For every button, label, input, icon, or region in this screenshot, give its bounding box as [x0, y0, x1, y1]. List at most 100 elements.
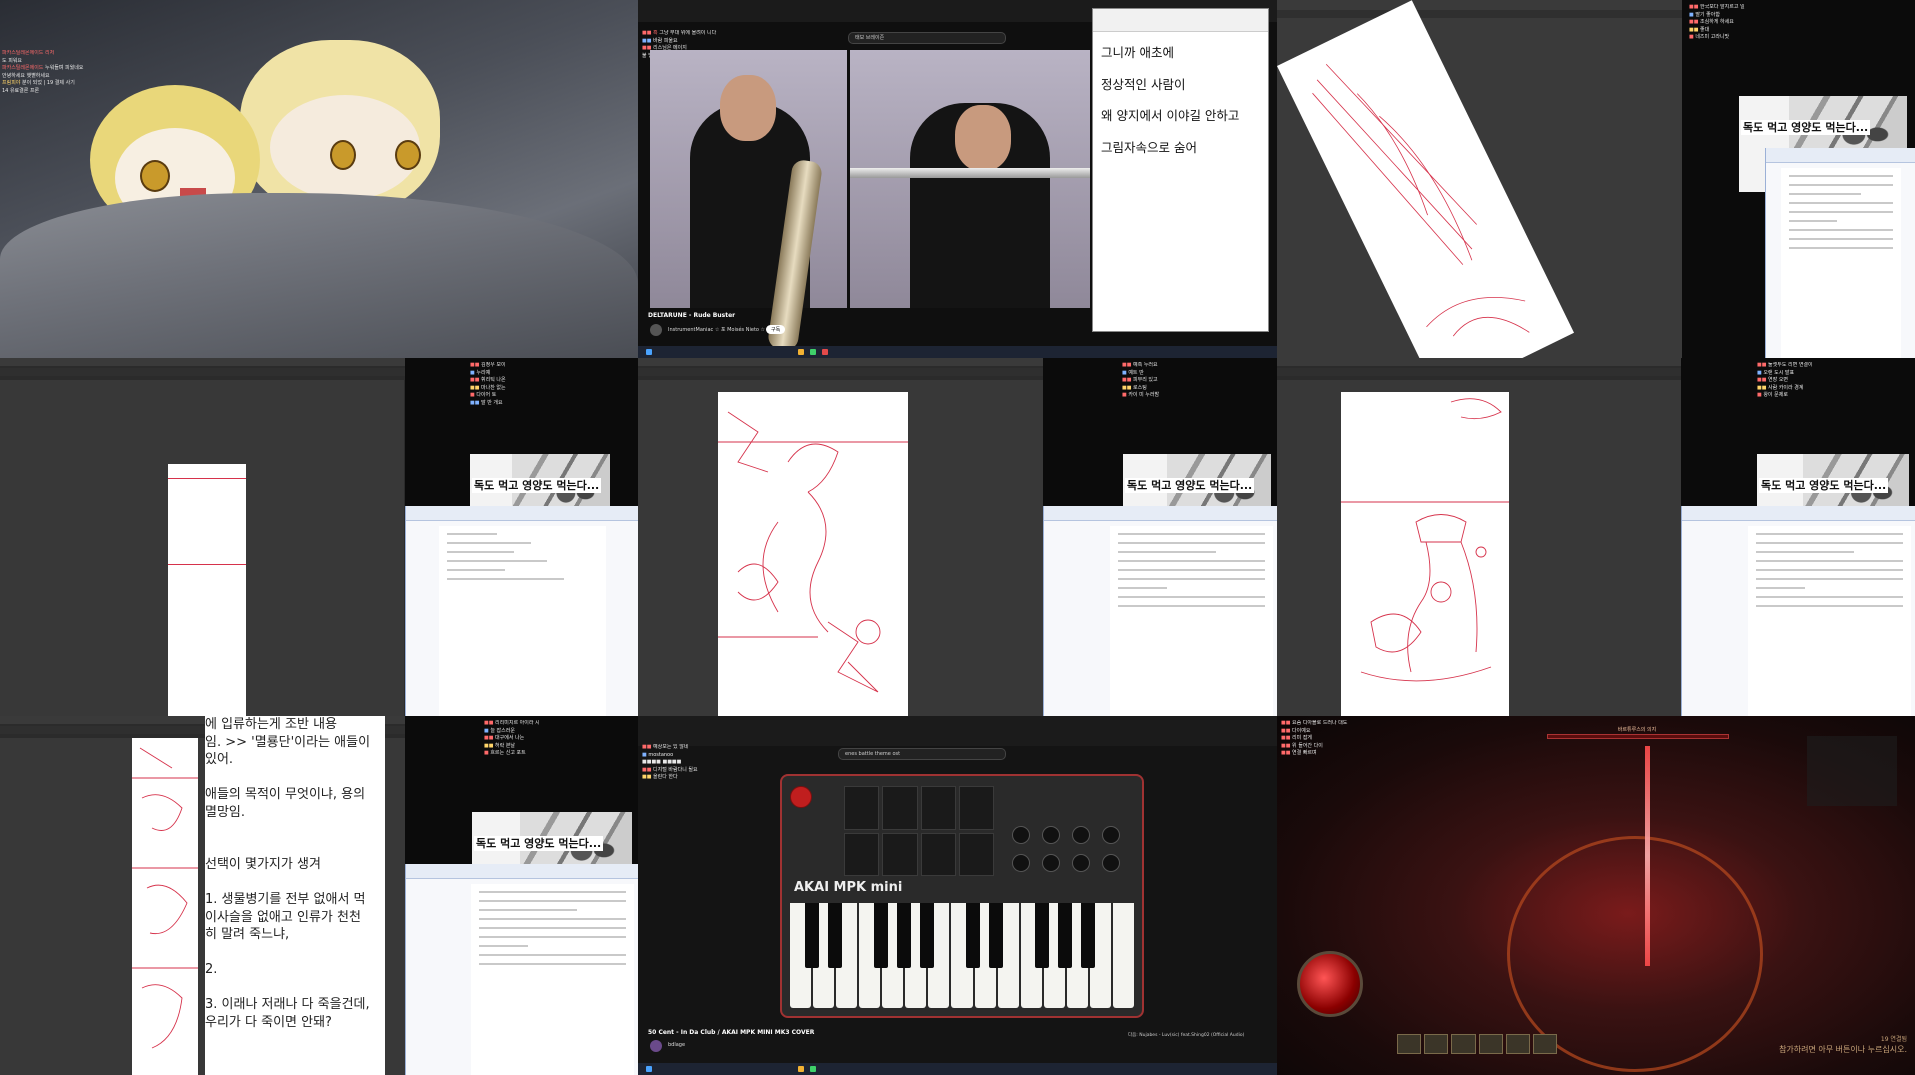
knob [1072, 854, 1090, 872]
word-page[interactable] [471, 884, 635, 1075]
chat-overlay: ■■ 한국보다 앞지르고 일 ■ 딸기 좋아함 ■■ 조심하게 하세요 ■■ 좋… [1689, 4, 1745, 40]
windows-taskbar[interactable] [638, 1063, 1277, 1075]
plush-eye [140, 160, 170, 192]
chat-message: 도 피워요 [2, 57, 22, 64]
knob [1102, 826, 1120, 844]
skill-slot[interactable] [1451, 1034, 1476, 1054]
knob [1012, 854, 1030, 872]
knob [1102, 854, 1120, 872]
manga-caption: 독도 먹고 영양도 먹는다... [1125, 478, 1255, 493]
blank-paper[interactable] [168, 464, 246, 716]
notepad-window[interactable]: 그니까 애초에 정상적인 사람이 왜 양지에서 이야길 안하고 그림자속으로 숨… [1092, 8, 1269, 332]
chat-message: 파카스틸레몬에이드 누워들며 피웠네요 [2, 65, 84, 71]
red-light-beam [1645, 746, 1650, 966]
word-ribbon[interactable] [1044, 506, 1277, 521]
flutist-head [955, 105, 1011, 171]
start-icon[interactable] [646, 349, 652, 355]
saxophonist-head [720, 75, 776, 141]
level-tag: 19 연결됨 [1880, 1036, 1907, 1043]
word-ribbon[interactable] [1766, 148, 1915, 163]
black-keys [790, 903, 1134, 968]
akai-mpk-mini: AKAI MPK mini [780, 774, 1144, 1018]
search-input[interactable]: enes battle theme ost [838, 748, 1006, 760]
sketch-paper[interactable] [1341, 392, 1509, 716]
manga-caption: 독도 먹고 영양도 먹는다... [1741, 120, 1871, 135]
folder-icon[interactable] [798, 1066, 804, 1072]
chat-overlay: ■■ 예상보는 있 않네 ■ mostanoo ■■■■ ■■■■ ■■ 디지털… [642, 744, 698, 780]
boss-health-bar [1547, 734, 1729, 739]
word-ribbon[interactable] [1682, 506, 1915, 521]
notepad-text[interactable]: 그니까 애초에 정상적인 사람이 왜 양지에서 이야길 안하고 그림자속으로 숨… [1101, 37, 1239, 163]
word-window[interactable] [405, 506, 638, 716]
tile-midi-keyboard: enes battle theme ost ■■ 예상보는 있 않네 ■ mos… [638, 716, 1277, 1075]
chat-message: 파카스틸레몬에이드 리처 [2, 50, 55, 56]
story-notes-document[interactable]: 에 입류하는게 조반 내용 임. >> '멸룡단'이라는 애들이 있어. 애들의… [205, 716, 385, 1075]
skill-slot[interactable] [1424, 1034, 1449, 1054]
guide-line [168, 478, 246, 479]
sketch-canvas[interactable] [1277, 0, 1575, 358]
browser-icon[interactable] [810, 349, 816, 355]
knob [1042, 826, 1060, 844]
joystick [790, 786, 812, 808]
tile-blank-canvas: ■■ 김정우 보이 ■ 누리예 ■■ 휘리틱 나온 ■■ 마나찬 없는 ■ 다이… [0, 358, 638, 716]
app-icon[interactable] [822, 349, 828, 355]
thumbnail-sketch[interactable] [132, 738, 198, 1075]
chat-overlay: ■■ 예측 누러요 ■ 예트 딴 ■■ 피부리 있고 ■■ 로스팅 ■ 카이 미… [1122, 362, 1160, 398]
start-icon[interactable] [646, 1066, 652, 1072]
browser-tab-bar[interactable] [638, 716, 1277, 746]
video-frame-flute[interactable] [850, 50, 1090, 308]
tile-character-sketch: ■■ 예측 누러요 ■ 예트 딴 ■■ 피부리 있고 ■■ 로스팅 ■ 카이 미… [638, 358, 1277, 716]
skill-slot[interactable] [1532, 1034, 1558, 1054]
brand-logo: AKAI MPK mini [794, 880, 903, 895]
manga-caption: 독도 먹고 영양도 먹는다... [474, 836, 604, 851]
knob [1042, 854, 1060, 872]
windows-taskbar[interactable] [638, 346, 1277, 358]
word-window[interactable] [1043, 506, 1277, 716]
next-up-label[interactable]: 다음: Nujabes - Luv(sic) feat.Shing02 (Off… [1128, 1032, 1268, 1038]
word-ribbon[interactable] [406, 506, 638, 521]
channel-name[interactable]: InstrumentManiac ☆ 포 Moisés Nieto ☆ [668, 326, 765, 333]
boss-name: 바르튜루스의 의지 [1617, 727, 1657, 733]
browser-icon[interactable] [810, 1066, 816, 1072]
guide-line [168, 564, 246, 565]
chat-message: 14 유료결론 프론 [2, 87, 40, 94]
skill-slot[interactable] [1397, 1034, 1422, 1054]
chat-message: 안녕하세요 햇볕하세요 [2, 72, 50, 79]
skill-slot[interactable] [1505, 1034, 1530, 1054]
chat-overlay: ■■ 요즘 디아블로 드러나 대도 ■■ 다이예요 ■■ 리미 잡게 ■■ 위 … [1281, 720, 1348, 756]
tile-story-notes: 에 입류하는게 조반 내용 임. >> '멸룡단'이라는 애들이 있어. 애들의… [0, 716, 638, 1075]
tile-game-boss: 바르튜루스의 의지 ■■ 요즘 디아블로 드러나 대도 ■■ 다이예요 ■■ 리… [1277, 716, 1915, 1075]
video-title: 50 Cent - In Da Club / AKAI MPK MINI MK3… [648, 1029, 815, 1036]
notepad-toolbar[interactable] [1093, 9, 1268, 32]
manga-caption: 독도 먹고 영양도 먹는다... [1759, 478, 1889, 493]
word-ribbon[interactable] [406, 864, 638, 879]
avatar[interactable] [650, 324, 662, 336]
video-frame-sax[interactable] [650, 50, 847, 352]
red-sketch-strokes [1341, 398, 1509, 682]
avatar[interactable] [650, 1040, 662, 1052]
word-window[interactable] [1765, 148, 1915, 358]
plush-eye [330, 140, 356, 170]
minimap[interactable] [1807, 736, 1897, 806]
chat-overlay: 파카스틸레몬에이드 리처 도 피워요 파카스틸레몬에이드 누워들며 피웠네요 안… [2, 50, 122, 95]
search-input[interactable]: 태보 브레이즌 [848, 32, 1006, 44]
chat-message: 프림피야 분이 되었 | 19 결제 사기 [2, 80, 75, 86]
knob [1012, 826, 1030, 844]
subscribe-button[interactable]: 구독 [766, 325, 786, 334]
red-sketch-strokes [718, 411, 908, 693]
word-window[interactable] [1681, 506, 1915, 716]
folder-icon[interactable] [798, 349, 804, 355]
word-page[interactable] [1781, 168, 1901, 358]
sketch-paper[interactable] [718, 392, 908, 716]
word-page[interactable] [438, 526, 607, 716]
skill-bar[interactable] [1397, 1034, 1558, 1054]
channel-name[interactable]: bdlage [668, 1042, 685, 1048]
word-window[interactable] [405, 864, 638, 1075]
chat-overlay: ■■ 둘셋투도 리면 연결이 ■ 오랜 도시 발표 ■■ 연장 오면 ■■ 사람… [1757, 362, 1813, 398]
press-any-button-text: 참가하려면 아무 버튼이나 누르십시오. [1779, 1045, 1907, 1054]
word-page[interactable] [1109, 526, 1274, 716]
knob [1072, 826, 1090, 844]
tile-character-sketch-2: ■■ 둘셋투도 리면 연결이 ■ 오랜 도시 발표 ■■ 연장 오면 ■■ 사람… [1277, 358, 1915, 716]
word-page[interactable] [1747, 526, 1912, 716]
skill-slot[interactable] [1478, 1034, 1503, 1054]
